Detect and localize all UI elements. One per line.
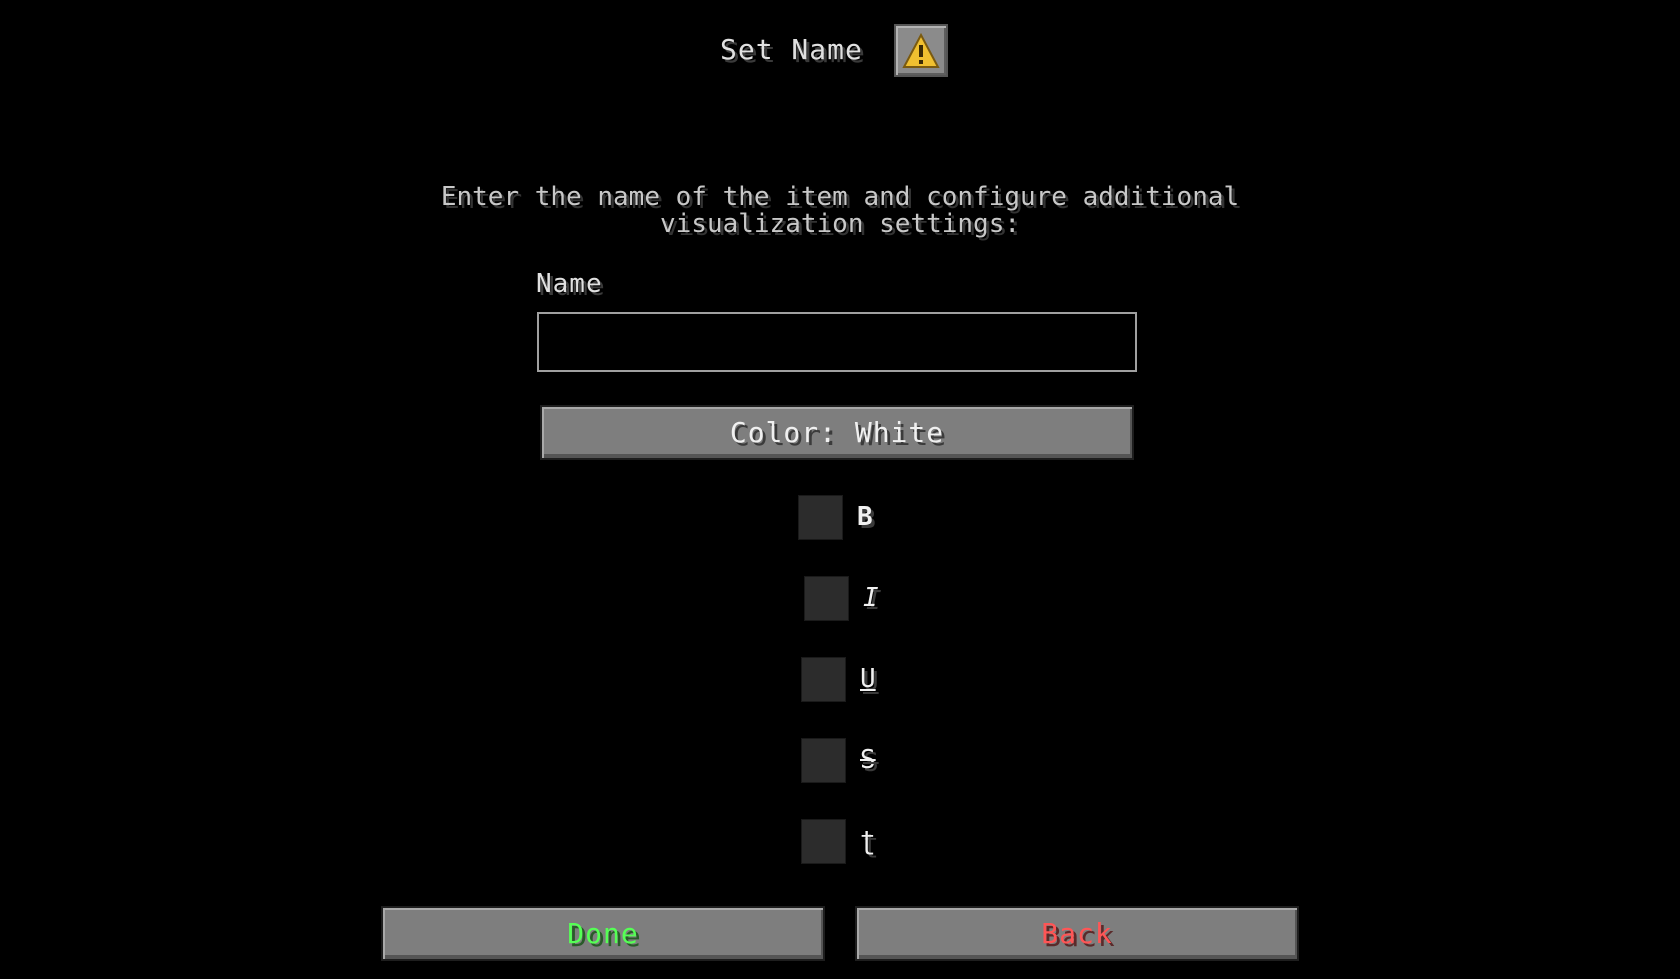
obfuscated-label: ʈ [860, 826, 876, 856]
color-button[interactable]: Color: White [540, 405, 1134, 460]
instructions-text: Enter the name of the item and configure… [440, 182, 1240, 239]
obfuscated-checkbox[interactable] [801, 818, 846, 864]
back-button[interactable]: Back [855, 906, 1299, 961]
underline-option: U [801, 656, 876, 702]
screen-title: Set Name [720, 33, 863, 66]
bold-option: B [798, 494, 873, 540]
italic-checkbox[interactable] [804, 575, 849, 621]
warning-triangle-icon [902, 32, 940, 68]
strikethrough-label: S [860, 745, 876, 775]
bold-checkbox[interactable] [798, 494, 843, 540]
warning-button[interactable] [894, 24, 948, 77]
obfuscated-option: ʈ [801, 818, 876, 864]
underline-checkbox[interactable] [801, 656, 846, 702]
italic-option: I [804, 575, 879, 621]
underline-label: U [860, 664, 876, 694]
italic-label: I [863, 583, 879, 613]
name-label: Name [536, 269, 603, 299]
strikethrough-option: S [801, 737, 876, 783]
strikethrough-checkbox[interactable] [801, 737, 846, 783]
name-input[interactable] [537, 312, 1137, 372]
set-name-screen: Set Name Enter the name of the item and … [0, 0, 1680, 979]
done-button[interactable]: Done [381, 906, 825, 961]
bold-label: B [857, 502, 873, 532]
